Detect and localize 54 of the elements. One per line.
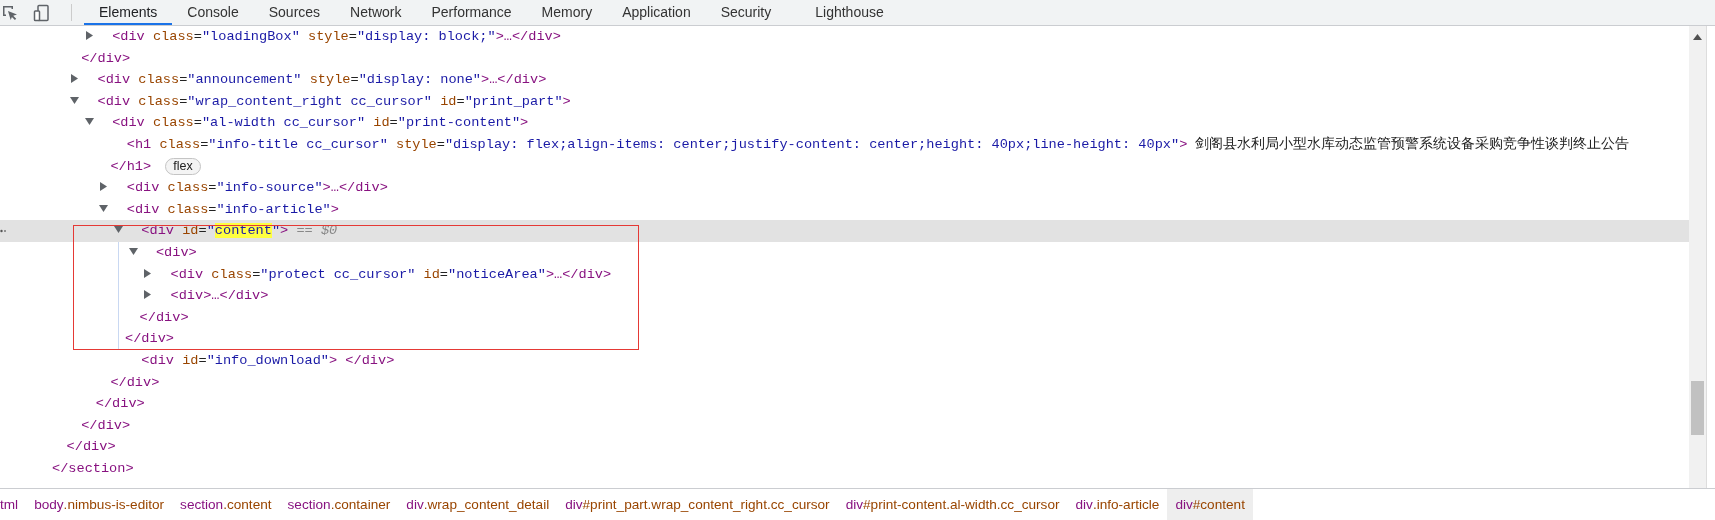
- breadcrumb[interactable]: div#print-content.al-width.cc_cursor: [837, 489, 1068, 520]
- panel-tab[interactable]: Sources: [253, 0, 336, 25]
- breadcrumb[interactable]: div.wrap_content_detail: [398, 489, 558, 520]
- closing-tag-line: </div>: [81, 50, 131, 66]
- collapse-triangle-icon[interactable]: [99, 203, 109, 213]
- collapse-triangle-icon[interactable]: [70, 95, 80, 105]
- breadcrumb[interactable]: div.info-article: [1067, 489, 1168, 520]
- breadcrumb[interactable]: div#content: [1167, 489, 1253, 520]
- dom-node-row[interactable]: <div>: [0, 241, 1689, 264]
- collapse-triangle-icon[interactable]: [114, 225, 123, 235]
- closing-tag-line: </div>: [66, 439, 116, 455]
- closing-tag-line: </h1>: [110, 158, 152, 174]
- panel-tab[interactable]: Lighthouse: [800, 0, 899, 25]
- collapse-triangle-icon[interactable]: [84, 117, 94, 127]
- breadcrumb[interactable]: section.content: [172, 489, 280, 520]
- breadcrumb[interactable]: section.container: [279, 489, 399, 520]
- panel-tab[interactable]: Security: [705, 0, 787, 25]
- collapse-triangle-icon[interactable]: [128, 246, 138, 256]
- flex-badge[interactable]: flex: [165, 157, 201, 175]
- breadcrumb[interactable]: body.nimbus-is-editor: [26, 489, 173, 520]
- dom-node-row[interactable]: <div class="info-source">…</div>: [0, 177, 1689, 199]
- expand-triangle-icon[interactable]: [84, 31, 94, 40]
- expand-triangle-icon[interactable]: [143, 268, 153, 278]
- dom-node-row[interactable]: <div class="al-width cc_cursor" id="print-content">: [0, 112, 1689, 134]
- panel-tab[interactable]: Performance: [416, 0, 527, 25]
- panel-tab[interactable]: Memory: [526, 0, 608, 25]
- dom-node-row[interactable]: <div class="info-article">: [0, 198, 1689, 221]
- more-icon[interactable]: [0, 229, 6, 234]
- device-toolbar-icon[interactable]: [33, 4, 51, 22]
- breadcrumb[interactable]: div#print_part.wrap_content_right.cc_cursor: [557, 489, 838, 520]
- dom-node-row[interactable]: <div id="info_download"> </div>: [0, 349, 1689, 372]
- dom-node-row[interactable]: <h1 class="info-title cc_cursor" style="display: flex;align-items: center;justify-content: center;height: 40px;line-height: 40px"> 剑阁县水利局小型水库动态监管预警系统设备采购竞争性谈判终止公告: [0, 133, 1689, 156]
- closing-tag-line: </div>: [110, 374, 160, 390]
- breadcrumb[interactable]: tml: [0, 489, 27, 520]
- closing-tag-line: </div>: [81, 417, 131, 433]
- expand-triangle-icon[interactable]: [99, 182, 109, 192]
- dom-node-row[interactable]: <div class="loadingBox" style="display: block;">…</div>: [0, 26, 1689, 48]
- scroll-up-icon[interactable]: [1693, 34, 1702, 40]
- dom-node-row[interactable]: <div class="protect cc_cursor" id="noticeArea">…</div>: [0, 263, 1689, 286]
- inspect-element-icon[interactable]: [1, 4, 19, 22]
- closing-tag-line: </div>: [139, 309, 189, 325]
- panel-tab[interactable]: Elements: [84, 0, 173, 25]
- panel-tab[interactable]: Application: [607, 0, 706, 25]
- closing-tag-line: </div>: [95, 396, 145, 412]
- expand-triangle-icon[interactable]: [143, 290, 153, 300]
- dom-node-row[interactable]: <div>…</div>: [0, 285, 1689, 307]
- dom-node-row[interactable]: <div class="announcement" style="display: none">…</div>: [0, 69, 1689, 91]
- closing-tag-line: </section>: [52, 460, 134, 476]
- dom-node-row[interactable]: <div class="wrap_content_right cc_cursor" id="print_part">: [0, 90, 1689, 113]
- expand-triangle-icon[interactable]: [70, 74, 80, 84]
- closing-tag-line: </div>: [125, 331, 174, 347]
- scrollbar-thumb[interactable]: [1691, 381, 1704, 435]
- panel-tab[interactable]: Console: [172, 0, 254, 25]
- panel-tab[interactable]: Network: [335, 0, 417, 25]
